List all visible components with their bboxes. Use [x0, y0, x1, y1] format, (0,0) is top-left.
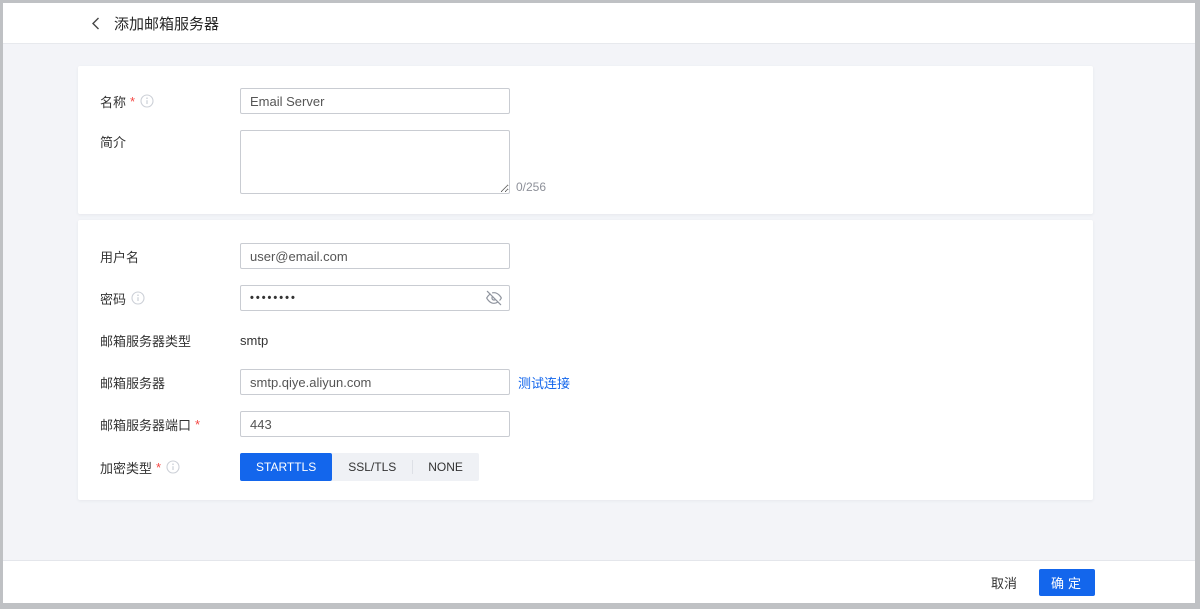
page-header: 添加邮箱服务器 [3, 3, 1195, 44]
server-type-row: 邮箱服务器类型 smtp [100, 327, 1071, 353]
password-label: 密码 [100, 289, 240, 308]
password-field-row: 密码 [100, 285, 1071, 311]
required-mark: * [195, 417, 200, 432]
server-port-label: 邮箱服务器端口 * [100, 415, 240, 434]
name-input[interactable] [240, 88, 510, 114]
name-field-row: 名称 * [100, 88, 1071, 114]
confirm-button[interactable]: 确定 [1039, 569, 1095, 596]
server-host-input[interactable] [240, 369, 510, 395]
app-window: 添加邮箱服务器 名称 * [3, 3, 1195, 603]
back-button[interactable] [88, 15, 104, 31]
segment-none[interactable]: NONE [412, 453, 479, 481]
username-input[interactable] [240, 243, 510, 269]
char-counter: 0/256 [516, 180, 546, 194]
info-icon[interactable] [131, 291, 145, 305]
required-mark: * [156, 460, 161, 475]
eye-off-icon [486, 290, 502, 306]
footer-action-bar: 取消 确定 [3, 560, 1195, 603]
username-label: 用户名 [100, 247, 240, 266]
required-mark: * [130, 94, 135, 109]
page-title: 添加邮箱服务器 [114, 13, 219, 34]
info-icon[interactable] [140, 94, 154, 108]
encryption-row: 加密类型 * STARTTLS SSL/TLS NONE [100, 453, 1071, 481]
server-type-label: 邮箱服务器类型 [100, 331, 240, 350]
test-connection-link[interactable]: 测试连接 [518, 373, 570, 392]
server-type-value: smtp [240, 333, 268, 348]
username-field-row: 用户名 [100, 243, 1071, 269]
segment-ssl-tls[interactable]: SSL/TLS [332, 453, 412, 481]
server-host-label: 邮箱服务器 [100, 373, 240, 392]
server-settings-card: 用户名 密码 [78, 220, 1093, 500]
server-port-input[interactable] [240, 411, 510, 437]
server-port-row: 邮箱服务器端口 * [100, 411, 1071, 437]
description-textarea[interactable] [240, 130, 510, 194]
encryption-label: 加密类型 * [100, 458, 240, 477]
basic-info-card: 名称 * 简介 [78, 66, 1093, 214]
main-content: 名称 * 简介 [3, 44, 1195, 560]
chevron-left-icon [90, 16, 102, 31]
description-field-row: 简介 0/256 [100, 130, 1071, 194]
name-label: 名称 * [100, 92, 240, 111]
server-host-row: 邮箱服务器 测试连接 [100, 369, 1071, 395]
description-label: 简介 [100, 130, 240, 156]
toggle-password-visibility-button[interactable] [486, 290, 502, 306]
info-icon[interactable] [166, 460, 180, 474]
password-input[interactable] [240, 285, 510, 311]
cancel-button[interactable]: 取消 [983, 567, 1025, 598]
segment-starttls[interactable]: STARTTLS [240, 453, 332, 481]
encryption-segmented-control: STARTTLS SSL/TLS NONE [240, 453, 479, 481]
